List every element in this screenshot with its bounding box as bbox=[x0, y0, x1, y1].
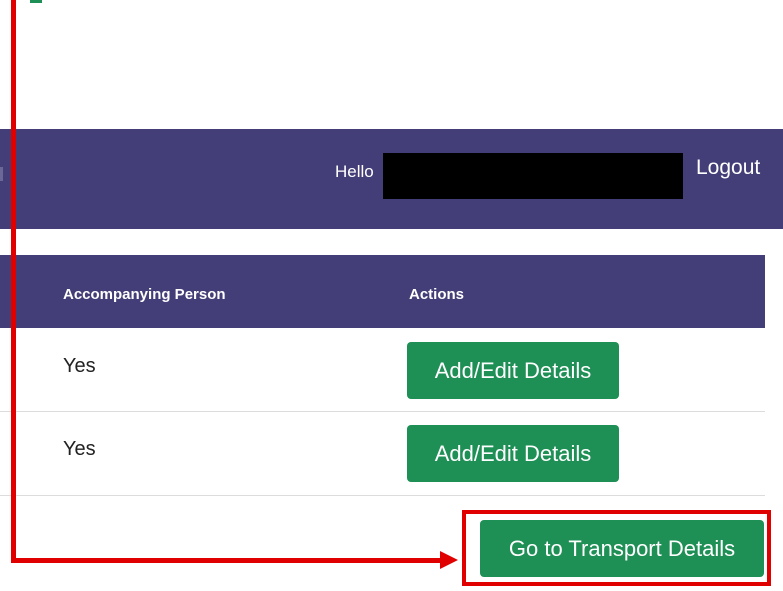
accompanying-person-value: Yes bbox=[63, 438, 96, 460]
redacted-username bbox=[383, 153, 683, 199]
column-header-actions: Actions bbox=[409, 286, 465, 303]
greeting-text: Hello bbox=[335, 162, 374, 181]
add-edit-details-button[interactable]: Add/Edit Details bbox=[407, 342, 619, 399]
table-row: Yes Add/Edit Details bbox=[0, 412, 765, 496]
add-edit-details-button[interactable]: Add/Edit Details bbox=[407, 425, 619, 482]
annotation-arrow-line bbox=[11, 558, 441, 563]
annotation-arrow-line bbox=[11, 0, 16, 563]
column-header-accompanying-person: Accompanying Person bbox=[63, 286, 226, 303]
table-row: Yes Add/Edit Details bbox=[0, 328, 765, 412]
nav-edge-tick bbox=[0, 167, 3, 181]
annotation-arrowhead-icon bbox=[440, 551, 458, 569]
logout-link[interactable]: Logout bbox=[696, 156, 760, 180]
accompanying-person-value: Yes bbox=[63, 355, 96, 377]
page-top-area bbox=[0, 0, 783, 129]
green-marker bbox=[30, 0, 42, 3]
annotation-highlight-box bbox=[462, 510, 771, 586]
